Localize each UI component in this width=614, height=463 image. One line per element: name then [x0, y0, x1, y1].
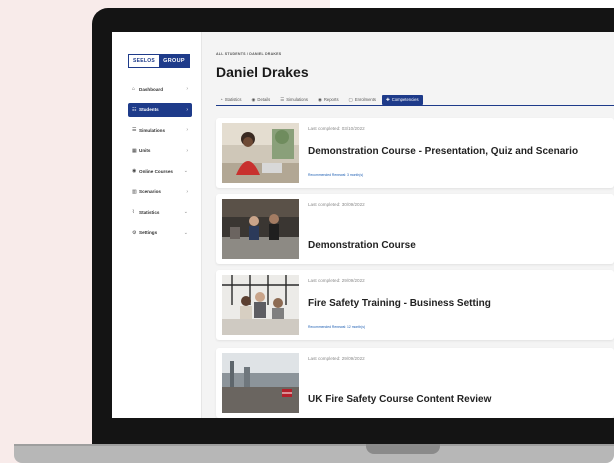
main-content: ALL STUDENTS / DANIEL DRAKES Daniel Drak… [216, 32, 614, 418]
tab-label: Statistics [224, 97, 242, 102]
sidebar-item-label: Dashboard [139, 86, 163, 92]
chevron-right-icon: › [186, 127, 188, 133]
course-card[interactable]: Last completed: 29/09/2022 UK Fire Safet… [216, 348, 614, 418]
last-completed-date: Last completed: 29/09/2022 [308, 356, 365, 361]
eye-icon: ◉ [251, 96, 256, 102]
book-icon: ▢ [348, 96, 353, 102]
tab-label: Simulations [286, 97, 308, 102]
tab-reports[interactable]: ◉ Reports [314, 95, 343, 105]
renewal-info: Recommended Renewal: 3 month(s) [308, 173, 364, 177]
logo-right: GROUP [159, 55, 189, 67]
chevron-down-icon: ⌄ [183, 229, 188, 236]
course-card[interactable]: Last completed: 03/10/2022 Demonstration… [216, 118, 614, 188]
sidebar-item-label: Scenarios [139, 189, 161, 194]
chevron-right-icon: › [186, 86, 188, 92]
course-title[interactable]: Demonstration Course [308, 240, 416, 251]
sidebar-item-scenarios[interactable]: ▥ Scenarios › [128, 185, 192, 199]
course-thumbnail [222, 123, 299, 183]
sidebar-item-settings[interactable]: ⚙ Settings ⌄ [128, 226, 192, 240]
course-title[interactable]: Fire Safety Training - Business Setting [308, 298, 491, 309]
course-thumbnail [222, 199, 299, 259]
laptop-screen: SEELOS GROUP ⌂ Dashboard › ☷ Students › … [112, 32, 614, 418]
tab-label: Competencies [391, 97, 419, 102]
pie-chart-icon: ◔ [220, 97, 223, 102]
users-icon: ☷ [132, 106, 137, 113]
course-thumbnail [222, 353, 299, 413]
chart-icon: ⌇ [132, 209, 135, 215]
breadcrumb[interactable]: ALL STUDENTS / DANIEL DRAKES [216, 52, 281, 56]
course-card[interactable]: Last completed: 29/09/2022 Fire Safety T… [216, 270, 614, 340]
last-completed-date: Last completed: 30/09/2022 [308, 202, 365, 207]
sidebar-item-statistics[interactable]: ⌇ Statistics ⌄ [128, 205, 192, 219]
chevron-down-icon: ⌄ [183, 209, 188, 215]
logo-left: SEELOS [129, 55, 159, 67]
sidebar-item-units[interactable]: ▦ Units › [128, 144, 192, 158]
sidebar-item-dashboard[interactable]: ⌂ Dashboard › [128, 82, 192, 96]
list-icon: ☰ [132, 127, 137, 133]
chevron-right-icon: › [186, 106, 188, 113]
tab-enrolments[interactable]: ▢ Enrolments [345, 95, 380, 105]
tab-label: Enrolments [354, 97, 376, 102]
tab-simulations[interactable]: ☰ Simulations [276, 95, 312, 105]
list-icon: ☰ [280, 96, 285, 102]
sidebar-item-label: Online Courses [139, 168, 173, 174]
last-completed-date: Last completed: 29/09/2022 [308, 278, 365, 283]
course-title[interactable]: UK Fire Safety Course Content Review [308, 394, 491, 405]
laptop-notch [366, 444, 440, 454]
brand-logo[interactable]: SEELOS GROUP [128, 54, 190, 68]
renewal-info: Recommended Renewal: 12 month(s) [308, 325, 366, 329]
sidebar-item-label: Students [139, 107, 159, 112]
sidebar-item-label: Simulations [139, 127, 166, 133]
chevron-right-icon: › [186, 147, 188, 154]
sidebar-item-label: Settings [139, 230, 158, 235]
sidebar-item-label: Statistics [139, 209, 160, 215]
tab-label: Details [257, 97, 271, 102]
home-icon: ⌂ [132, 86, 136, 92]
plus-badge-icon: ✚ [386, 96, 390, 102]
sidebar-item-simulations[interactable]: ☰ Simulations › [128, 123, 192, 137]
tab-competencies[interactable]: ✚ Competencies [382, 94, 423, 105]
laptop-base [14, 446, 614, 463]
tab-label: Reports [323, 97, 339, 102]
tab-bar: ◔ Statistics ◉ Details ☰ Simulations ◉ R… [216, 94, 614, 106]
course-icon: ◉ [132, 168, 137, 174]
sidebar-item-label: Units [139, 148, 151, 153]
chevron-down-icon: ⌄ [183, 168, 188, 174]
chevron-right-icon: › [186, 188, 188, 195]
tab-statistics[interactable]: ◔ Statistics [216, 95, 245, 105]
gear-icon: ⚙ [132, 229, 137, 236]
eye-icon: ◉ [317, 96, 322, 102]
units-icon: ▦ [132, 147, 137, 154]
course-title[interactable]: Demonstration Course - Presentation, Qui… [308, 146, 578, 157]
scenario-icon: ▥ [132, 188, 137, 195]
page-title: Daniel Drakes [216, 64, 309, 80]
course-thumbnail [222, 275, 299, 335]
tab-details[interactable]: ◉ Details [247, 95, 274, 105]
sidebar-item-students[interactable]: ☷ Students › [128, 102, 192, 117]
course-card[interactable]: Last completed: 30/09/2022 Demonstration… [216, 194, 614, 264]
sidebar: SEELOS GROUP ⌂ Dashboard › ☷ Students › … [112, 32, 202, 418]
last-completed-date: Last completed: 03/10/2022 [308, 126, 365, 131]
sidebar-nav: ⌂ Dashboard › ☷ Students › ☰ Simulations… [128, 82, 192, 246]
sidebar-item-online-courses[interactable]: ◉ Online Courses ⌄ [128, 164, 192, 178]
